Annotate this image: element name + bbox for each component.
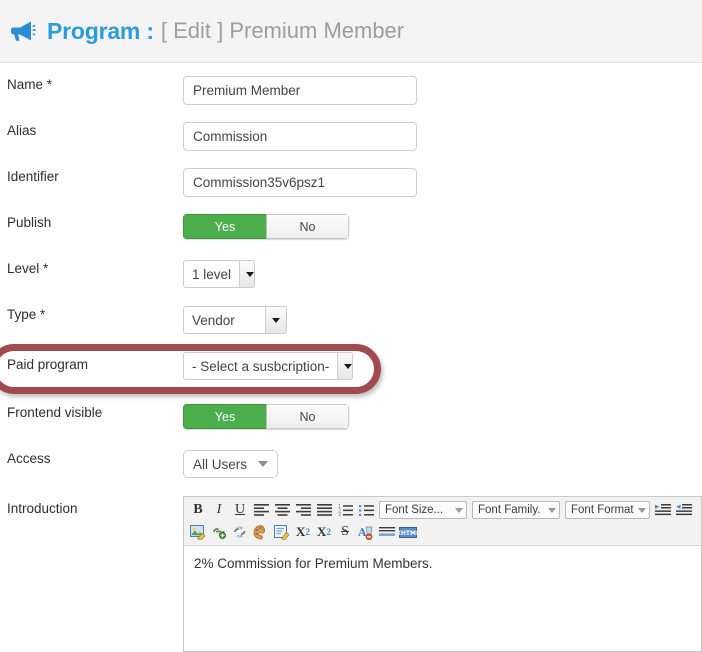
field-type: Vendor	[183, 306, 702, 334]
editor-toolbar-row-2: X2 X2 S A HTM	[188, 522, 699, 542]
font-size-dropdown[interactable]: Font Size...	[379, 501, 467, 519]
label-paid-program: Paid program	[7, 357, 89, 372]
paid-program-select-value: - Select a susbcription-	[192, 358, 330, 374]
bold-icon[interactable]: B	[188, 501, 208, 520]
label-alias: Alias	[7, 123, 37, 138]
label-introduction: Introduction	[7, 501, 78, 516]
remove-format-icon[interactable]: A	[356, 523, 376, 542]
field-row-access: Access All Users	[0, 450, 702, 496]
publish-toggle-no[interactable]: No	[266, 214, 349, 239]
frontend-visible-toggle[interactable]: Yes No	[183, 404, 349, 429]
align-justify-icon[interactable]	[314, 501, 334, 520]
field-publish: Yes No	[183, 214, 702, 239]
text-color-icon[interactable]	[251, 523, 271, 542]
megaphone-icon	[11, 21, 36, 41]
subscript-icon[interactable]: X2	[293, 523, 313, 542]
page-header: Program : [ Edit ] Premium Member	[0, 0, 702, 63]
field-row-introduction: Introduction B I U 1 2 3 Font Size... Fo…	[0, 496, 702, 652]
chevron-down-icon	[548, 507, 556, 513]
field-row-identifier: Identifier	[0, 168, 702, 214]
label-level: Level *	[7, 261, 49, 276]
underline-icon[interactable]: U	[230, 501, 250, 520]
svg-text:A: A	[358, 526, 367, 539]
chevron-down-icon	[638, 507, 646, 513]
chevron-down-icon	[455, 507, 463, 513]
label-type: Type *	[7, 307, 46, 322]
unlink-icon[interactable]	[230, 523, 250, 542]
field-level: 1 level	[183, 260, 702, 288]
field-access: All Users	[183, 450, 702, 478]
label-identifier: Identifier	[7, 169, 59, 184]
insert-image-icon[interactable]	[188, 523, 208, 542]
svg-text:3: 3	[338, 512, 341, 516]
type-select-arrow-button[interactable]	[265, 307, 286, 333]
paid-program-select-arrow-button[interactable]	[337, 353, 352, 379]
field-frontend-visible: Yes No	[183, 404, 702, 429]
editor-toolbar: B I U 1 2 3 Font Size... Font Family. Fo…	[184, 497, 701, 546]
editor-content-area[interactable]: 2% Commission for Premium Members.	[184, 546, 701, 651]
indent-icon[interactable]	[674, 501, 694, 520]
alias-input[interactable]	[183, 122, 417, 151]
page-subtitle: [ Edit ] Premium Member	[160, 18, 405, 43]
svg-text:XHTML: XHTML	[399, 530, 417, 537]
paid-program-select[interactable]: - Select a susbcription-	[183, 352, 353, 380]
font-size-dropdown-label: Font Size...	[385, 504, 444, 516]
outdent-icon[interactable]	[653, 501, 673, 520]
field-row-publish: Publish Yes No	[0, 214, 702, 260]
publish-toggle-yes[interactable]: Yes	[183, 214, 266, 239]
ordered-list-icon[interactable]: 123	[335, 501, 355, 520]
chevron-down-icon	[246, 271, 254, 277]
font-format-dropdown-label: Font Format	[571, 504, 634, 516]
field-row-type: Type * Vendor	[0, 306, 702, 352]
strikethrough-icon[interactable]: S	[335, 523, 355, 542]
field-row-alias: Alias	[0, 122, 702, 168]
level-select-value: 1 level	[192, 266, 232, 282]
name-input[interactable]	[183, 76, 417, 105]
frontend-visible-toggle-no[interactable]: No	[266, 404, 349, 429]
italic-icon[interactable]: I	[209, 501, 229, 520]
field-alias	[183, 122, 702, 151]
label-access: Access	[7, 451, 51, 466]
level-select-arrow-button[interactable]	[239, 261, 254, 287]
field-row-level: Level * 1 level	[0, 260, 702, 306]
chevron-down-icon	[258, 461, 269, 467]
insert-link-icon[interactable]	[209, 523, 229, 542]
font-family-dropdown[interactable]: Font Family.	[472, 501, 560, 519]
field-row-name: Name *	[0, 76, 702, 122]
field-row-frontend-visible: Frontend visible Yes No	[0, 404, 702, 450]
identifier-input[interactable]	[183, 168, 417, 197]
align-center-icon[interactable]	[272, 501, 292, 520]
align-left-icon[interactable]	[251, 501, 271, 520]
level-select[interactable]: 1 level	[183, 260, 255, 288]
field-name	[183, 76, 702, 105]
field-row-paid-program: Paid program - Select a susbcription-	[0, 352, 702, 404]
align-right-icon[interactable]	[293, 501, 313, 520]
horizontal-rule-icon[interactable]	[377, 523, 397, 542]
font-format-dropdown[interactable]: Font Format	[565, 501, 650, 519]
label-frontend-visible: Frontend visible	[7, 405, 103, 420]
type-select-value: Vendor	[192, 312, 235, 328]
label-publish: Publish	[7, 215, 52, 230]
label-name: Name *	[7, 77, 53, 92]
publish-toggle[interactable]: Yes No	[183, 214, 349, 239]
edit-source-icon[interactable]	[272, 523, 292, 542]
field-paid-program: - Select a susbcription-	[183, 352, 702, 380]
frontend-visible-toggle-yes[interactable]: Yes	[183, 404, 266, 429]
font-family-dropdown-label: Font Family.	[478, 504, 541, 516]
chevron-down-icon	[272, 317, 280, 323]
program-edit-form: Name * Alias Identifier Publish Yes No L…	[0, 63, 702, 652]
page-title: Program :	[47, 17, 154, 44]
chevron-down-icon	[344, 363, 352, 369]
html-source-icon[interactable]: XHTML	[398, 523, 418, 542]
field-introduction: B I U 1 2 3 Font Size... Font Family. Fo…	[183, 496, 702, 652]
field-identifier	[183, 168, 702, 197]
rich-text-editor: B I U 1 2 3 Font Size... Font Family. Fo…	[183, 496, 702, 652]
access-select-value: All Users	[193, 456, 248, 472]
type-select[interactable]: Vendor	[183, 306, 287, 334]
access-select[interactable]: All Users	[183, 450, 279, 478]
superscript-icon[interactable]: X2	[314, 523, 334, 542]
editor-toolbar-row-1: B I U 1 2 3 Font Size... Font Family. Fo…	[188, 500, 699, 520]
unordered-list-icon[interactable]	[356, 501, 376, 520]
